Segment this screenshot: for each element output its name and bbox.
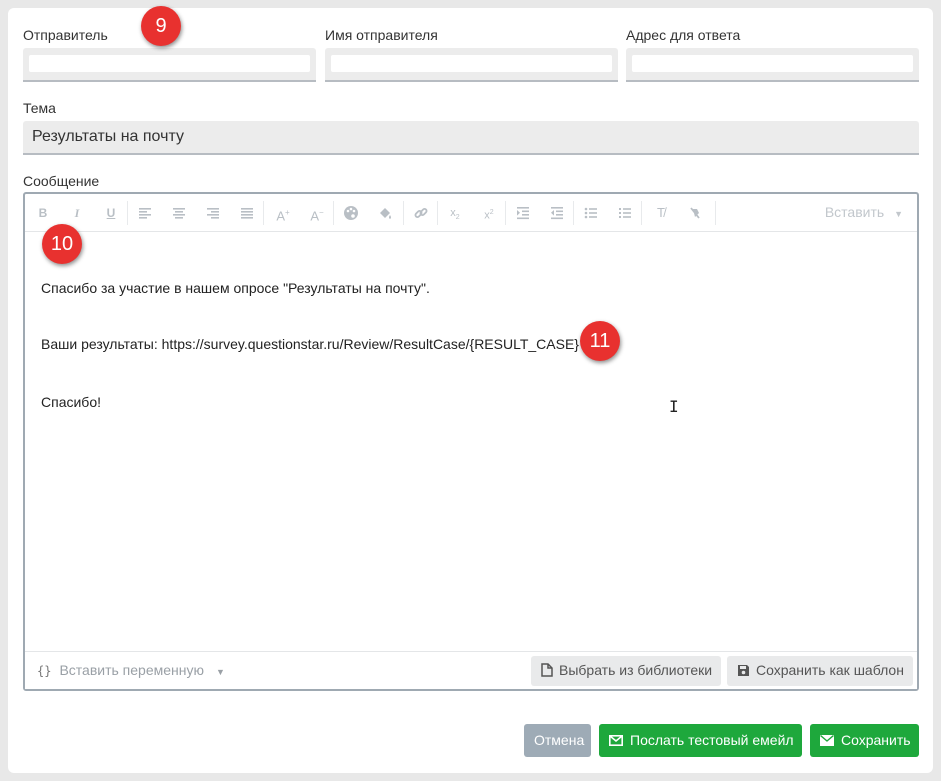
choose-from-library-button[interactable]: Выбрать из библиотеки: [531, 656, 721, 686]
subscript-icon[interactable]: x2: [445, 203, 465, 223]
bullet-list-icon[interactable]: [581, 203, 601, 223]
sender-name-label: Имя отправителя: [325, 27, 438, 43]
send-test-email-button[interactable]: Послать тестовый емейл: [599, 724, 802, 757]
sender-name-field[interactable]: [325, 48, 618, 82]
editor-footer: {} Вставить переменную ▼ Выбрать из библио…: [25, 651, 917, 689]
align-center-icon[interactable]: [169, 203, 189, 223]
numbered-list-icon[interactable]: [615, 203, 635, 223]
subject-label: Тема: [23, 100, 56, 116]
subject-input[interactable]: Результаты на почту: [23, 121, 919, 155]
palette-icon[interactable]: [341, 203, 361, 223]
envelope-icon: [820, 734, 834, 746]
annotation-badge-11: 11: [580, 321, 620, 361]
annotation-badge-9: 9: [141, 6, 181, 46]
annotation-badge-10: 10: [42, 224, 82, 264]
insert-variable-dropdown[interactable]: {} Вставить переменную ▼: [37, 662, 225, 678]
insert-variable-label: Вставить переменную: [59, 662, 204, 678]
save-as-template-button[interactable]: Сохранить как шаблон: [727, 656, 913, 686]
chevron-down-icon: ▼: [216, 667, 225, 677]
italic-icon[interactable]: I: [67, 203, 87, 223]
message-line-3: Спасибо!: [41, 394, 101, 410]
cancel-button[interactable]: Отмена: [524, 724, 591, 757]
align-left-icon[interactable]: [135, 203, 155, 223]
insert-dropdown[interactable]: Вставить ▼: [825, 204, 903, 220]
outdent-icon[interactable]: [547, 203, 567, 223]
fill-color-icon[interactable]: [375, 203, 395, 223]
clear-format-icon[interactable]: T̸: [651, 203, 671, 223]
message-line-1: Спасибо за участие в нашем опросе "Резул…: [41, 280, 430, 296]
envelope-icon: [609, 735, 623, 746]
file-icon: [541, 663, 553, 677]
message-label: Сообщение: [23, 173, 100, 189]
bold-icon[interactable]: B: [33, 203, 53, 223]
message-editor[interactable]: B I U A+ A− x2 x2 T̸ Вставить ▼ Спасибо …: [23, 192, 919, 691]
save-as-template-label: Сохранить как шаблон: [756, 662, 904, 678]
choose-from-library-label: Выбрать из библиотеки: [559, 662, 713, 678]
save-button[interactable]: Сохранить: [810, 724, 919, 757]
align-right-icon[interactable]: [203, 203, 223, 223]
text-cursor-icon: I: [669, 397, 679, 416]
superscript-icon[interactable]: x2: [479, 203, 499, 223]
link-icon[interactable]: [411, 203, 431, 223]
save-icon: [738, 665, 749, 676]
reply-to-label: Адрес для ответа: [626, 27, 741, 43]
reply-to-field[interactable]: [626, 48, 919, 82]
font-size-increase-icon[interactable]: A+: [273, 203, 293, 223]
sender-field[interactable]: [23, 48, 316, 82]
chevron-down-icon: ▼: [894, 209, 903, 219]
font-size-decrease-icon[interactable]: A−: [307, 203, 327, 223]
editor-toolbar: B I U A+ A− x2 x2 T̸ Вставить ▼: [25, 194, 917, 232]
message-line-2: Ваши результаты: https://survey.question…: [41, 336, 579, 352]
sender-label: Отправитель: [23, 27, 108, 43]
save-label: Сохранить: [841, 732, 911, 748]
underline-icon[interactable]: U: [101, 203, 121, 223]
indent-icon[interactable]: [513, 203, 533, 223]
braces-icon: {}: [37, 664, 52, 678]
no-format-icon[interactable]: [685, 203, 705, 223]
cancel-label: Отмена: [534, 732, 585, 748]
align-justify-icon[interactable]: [237, 203, 257, 223]
send-test-email-label: Послать тестовый емейл: [630, 732, 794, 748]
insert-dropdown-label: Вставить: [824, 204, 885, 220]
